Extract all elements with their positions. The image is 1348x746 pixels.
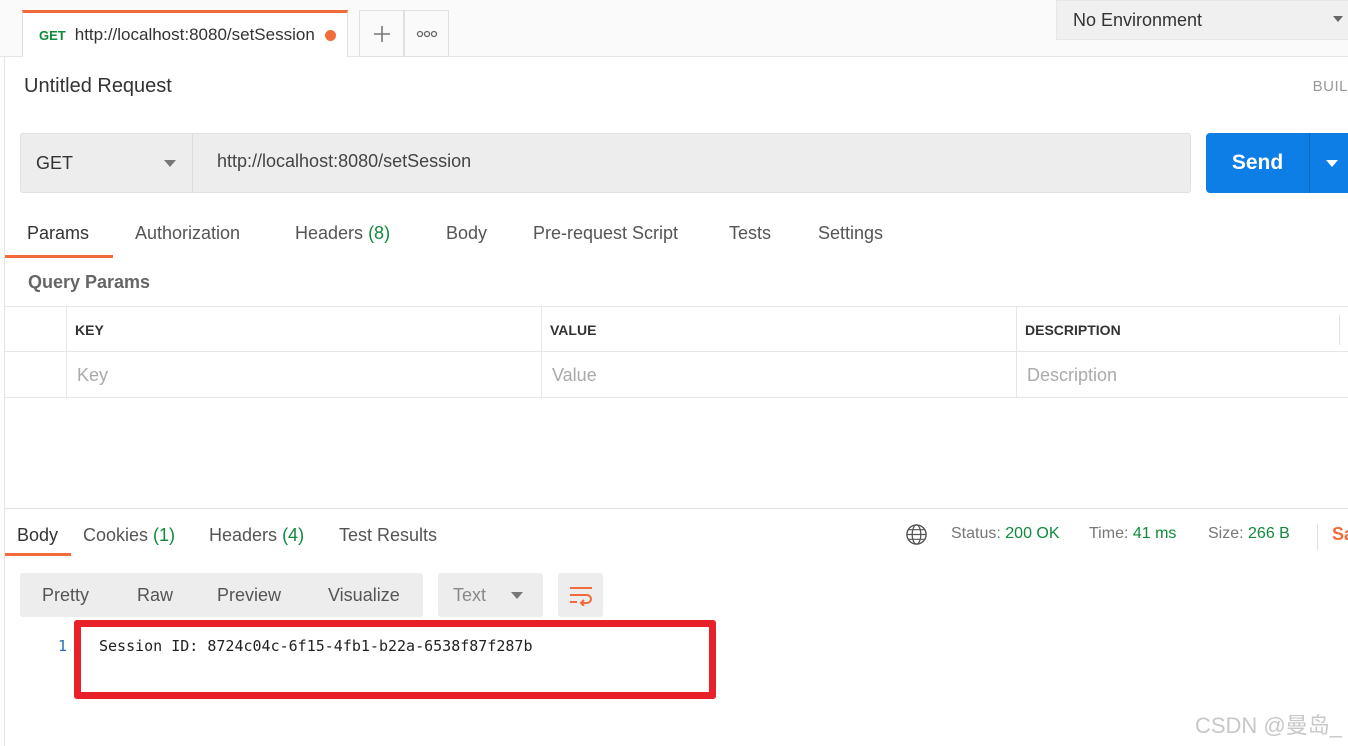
size-readout: Size: 266 B (1208, 525, 1290, 543)
table-header-row: KEY VALUE DESCRIPTION (5, 306, 1348, 353)
row-checkbox-cell (5, 352, 66, 398)
view-visualize[interactable]: Visualize (328, 585, 400, 606)
new-tab-button[interactable] (359, 10, 404, 57)
tab-options-button[interactable] (404, 10, 449, 57)
response-tab-cookies[interactable]: Cookies (1) (83, 525, 175, 546)
url-bar: GET http://localhost:8080/setSession (20, 133, 1191, 193)
send-label: Send (1231, 151, 1284, 174)
response-tab-headers-label: Headers (209, 525, 278, 545)
column-header-description-label: DESCRIPTION (1025, 322, 1121, 338)
save-response-button[interactable]: Sa (1317, 524, 1348, 550)
table-row: Key Value Description (5, 352, 1348, 398)
environment-label: No Environment (1073, 9, 1203, 30)
pane-divider[interactable] (5, 508, 1348, 509)
left-border (4, 57, 5, 746)
response-tab-cookies-count: (1) (153, 525, 176, 545)
response-tabs: Body Cookies (1) Headers (4) Test Result… (5, 520, 1348, 558)
query-params-table: KEY VALUE DESCRIPTION Key Value Descript… (5, 306, 1348, 398)
plus-icon (373, 25, 390, 42)
time-value[interactable]: 41 ms (1133, 525, 1177, 542)
view-pretty[interactable]: Pretty (42, 585, 89, 606)
status-readout: Status: 200 OK (951, 525, 1060, 543)
column-header-value: VALUE (541, 307, 1016, 353)
description-input[interactable]: Description (1016, 352, 1348, 398)
column-header-description: DESCRIPTION (1016, 307, 1348, 353)
time-readout: Time: 41 ms (1089, 525, 1176, 543)
method-select[interactable]: GET (21, 134, 193, 192)
method-value: GET (36, 152, 74, 173)
active-response-tab-indicator (5, 553, 71, 556)
environment-select[interactable]: No Environment (1056, 0, 1348, 40)
chevron-down-icon (511, 592, 523, 599)
globe-icon[interactable] (905, 523, 928, 546)
tab-settings[interactable]: Settings (818, 223, 883, 244)
tab-headers[interactable]: Headers (8) (295, 223, 390, 244)
chevron-down-icon (164, 160, 176, 167)
view-raw[interactable]: Raw (137, 585, 173, 606)
tab-params[interactable]: Params (27, 223, 89, 244)
tab-headers-count: (8) (368, 223, 391, 243)
request-tab-method: GET (39, 27, 66, 43)
response-tab-headers-count: (4) (282, 525, 305, 545)
time-label: Time: (1089, 525, 1129, 542)
url-input[interactable]: http://localhost:8080/setSession (217, 151, 471, 172)
column-header-key: KEY (66, 307, 541, 353)
value-input[interactable]: Value (541, 352, 1016, 398)
status-value[interactable]: 200 OK (1005, 525, 1059, 542)
view-preview[interactable]: Preview (217, 585, 281, 606)
format-select[interactable]: Text (438, 573, 543, 617)
response-tab-test-results[interactable]: Test Results (339, 525, 437, 546)
send-button[interactable]: Send (1206, 133, 1348, 193)
key-input[interactable]: Key (66, 352, 541, 398)
response-tab-body[interactable]: Body (17, 525, 58, 546)
build-mode-label[interactable]: BUIL (1313, 78, 1348, 95)
request-tabs: Params Authorization Headers (8) Body Pr… (5, 215, 1348, 258)
response-tab-headers[interactable]: Headers (4) (209, 525, 304, 546)
size-value[interactable]: 266 B (1248, 525, 1290, 542)
status-label: Status: (951, 525, 1001, 542)
unsaved-indicator (324, 29, 336, 41)
wrap-lines-button[interactable] (558, 573, 603, 617)
column-resize-handle[interactable] (1339, 315, 1340, 345)
query-params-title: Query Params (28, 272, 151, 292)
wrap-lines-icon (569, 587, 592, 606)
send-split-divider (1309, 133, 1310, 193)
send-options-chevron-icon[interactable] (1326, 159, 1338, 167)
request-tab[interactable]: GET http://localhost:8080/setSession (22, 10, 348, 57)
response-tab-cookies-label: Cookies (83, 525, 149, 545)
checkbox-column-header (5, 307, 66, 353)
tab-bar: GET http://localhost:8080/setSession No … (0, 0, 1348, 57)
tab-tests[interactable]: Tests (729, 223, 771, 244)
active-tab-indicator (5, 255, 113, 258)
line-number: 1 (58, 637, 68, 655)
request-tab-url: http://localhost:8080/setSession (74, 25, 315, 44)
chevron-down-icon (1333, 16, 1343, 22)
ellipsis-icon (416, 30, 437, 37)
tab-headers-label: Headers (295, 223, 364, 243)
response-view-group: Pretty Raw Preview Visualize (20, 573, 423, 617)
tab-pre-request-script[interactable]: Pre-request Script (533, 223, 678, 244)
annotation-highlight-box (74, 620, 716, 699)
request-name[interactable]: Untitled Request (24, 75, 172, 98)
tab-authorization[interactable]: Authorization (135, 223, 240, 244)
watermark: CSDN @曼岛_ (1194, 713, 1342, 738)
size-label: Size: (1208, 525, 1244, 542)
tab-body[interactable]: Body (446, 223, 487, 244)
format-value: Text (453, 584, 487, 605)
